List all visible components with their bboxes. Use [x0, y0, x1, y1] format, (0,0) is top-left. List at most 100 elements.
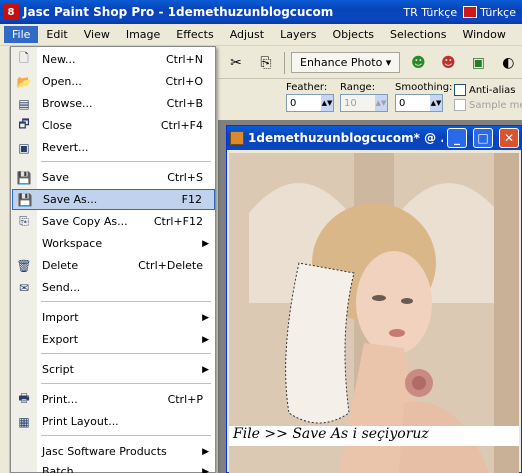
menu-divider	[41, 301, 211, 302]
menu-item-print[interactable]: 🖶 Print... Ctrl+P	[12, 389, 215, 410]
portrait-image	[229, 153, 519, 473]
save-as-icon: 💾	[17, 192, 33, 207]
range-control: Range: 10 ▲▼	[340, 82, 388, 112]
image-window[interactable]: 1demethuzunblogcucom* @ ... _ □ ✕ File >…	[226, 125, 522, 473]
feather-input[interactable]: 0 ▲▼	[286, 94, 334, 112]
standard-toolbar: ✂ ⎘ Enhance Photo ▾ ☻ ☻ ▣ ◐	[218, 47, 522, 79]
menu-item-label: Jasc Software Products	[42, 445, 167, 458]
menu-item-label: Print Layout...	[42, 415, 119, 428]
menu-item-shortcut: Ctrl+P	[167, 393, 203, 406]
submenu-arrow-icon: ▶	[202, 312, 209, 323]
menu-item-shortcut: Ctrl+N	[165, 53, 203, 66]
menu-item-send[interactable]: ✉ Send...	[12, 277, 215, 298]
sample-merged-checkbox[interactable]: Sample merg	[454, 99, 522, 111]
menu-item-label: Script	[42, 363, 74, 376]
smoothing-input[interactable]: 0 ▲▼	[395, 94, 443, 112]
keyboard-layout-indicator[interactable]: Türkçe	[463, 6, 516, 19]
menu-item-close[interactable]: 🗗 Close Ctrl+F4	[12, 115, 215, 136]
minimize-icon[interactable]: _	[447, 128, 467, 148]
menu-item-save-copy-as[interactable]: ⎘ Save Copy As... Ctrl+F12	[12, 211, 215, 232]
menu-item-save[interactable]: 💾 Save Ctrl+S	[12, 167, 215, 188]
menu-item-label: Revert...	[42, 141, 89, 154]
antialias-checkbox[interactable]: Anti-alias	[454, 84, 522, 96]
keyboard-layout-name: Türkçe	[480, 5, 516, 19]
feather-value: 0	[290, 97, 297, 109]
checkbox-icon	[454, 84, 466, 96]
jasc-icon	[12, 441, 36, 462]
menu-item-label: Send...	[42, 281, 81, 294]
spin-arrows-icon[interactable]: ▲▼	[321, 95, 333, 111]
tools-palette[interactable]	[0, 47, 10, 473]
menu-help[interactable]: Help	[514, 26, 522, 43]
range-input[interactable]: 10 ▲▼	[340, 94, 388, 112]
smoothing-control: Smoothing: 0 ▲▼	[395, 82, 452, 112]
menu-item-label: Delete	[42, 259, 79, 272]
menu-item-revert[interactable]: ▣ Revert...	[12, 137, 215, 158]
menu-adjust[interactable]: Adjust	[222, 26, 272, 43]
maximize-icon[interactable]: □	[473, 128, 493, 148]
copy-icon[interactable]: ⎘	[254, 52, 278, 74]
script-icon	[12, 359, 36, 380]
color-icon[interactable]: ◐	[496, 52, 520, 74]
menu-edit[interactable]: Edit	[38, 26, 75, 43]
menu-item-shortcut: Ctrl+O	[165, 75, 203, 88]
range-label: Range:	[340, 82, 376, 93]
menu-item-export[interactable]: Export ▶	[12, 329, 215, 350]
menu-image[interactable]: Image	[118, 26, 168, 43]
photo-icon[interactable]: ▣	[466, 52, 490, 74]
smoothing-label: Smoothing:	[395, 82, 453, 93]
menu-item-import[interactable]: Import ▶	[12, 307, 215, 328]
red-eye-icon[interactable]: ☻	[436, 52, 460, 74]
menu-view[interactable]: View	[76, 26, 118, 43]
image-window-titlebar[interactable]: 1demethuzunblogcucom* @ ... _ □ ✕	[227, 126, 521, 150]
spin-arrows-icon[interactable]: ▲▼	[430, 95, 442, 111]
language-indicator[interactable]: TR Türkçe	[403, 6, 457, 19]
menu-selections[interactable]: Selections	[382, 26, 454, 43]
menu-item-save-as[interactable]: 💾 Save As... F12	[12, 189, 215, 210]
close-icon[interactable]: ✕	[499, 128, 519, 148]
send-mail-icon: ✉	[18, 280, 30, 295]
selection-checkboxes: Anti-alias Sample merg	[454, 84, 522, 111]
import-icon	[12, 307, 36, 328]
menu-layers[interactable]: Layers	[272, 26, 324, 43]
file-menu-dropdown: 🗋 New... Ctrl+N 📂 Open... Ctrl+O ▤ Brows…	[10, 46, 216, 473]
submenu-arrow-icon: ▶	[202, 364, 209, 375]
menu-item-open[interactable]: 📂 Open... Ctrl+O	[12, 71, 215, 92]
printer-icon: 🖶	[18, 391, 30, 405]
enhance-photo-button[interactable]: Enhance Photo ▾	[291, 52, 401, 73]
save-disk-icon: 💾	[16, 170, 32, 185]
menu-effects[interactable]: Effects	[168, 26, 221, 43]
antialias-label: Anti-alias	[469, 84, 516, 96]
browse-icon: ▤	[18, 96, 30, 111]
menu-item-new[interactable]: 🗋 New... Ctrl+N	[12, 49, 215, 70]
menu-file[interactable]: File	[4, 26, 39, 43]
menu-window[interactable]: Window	[454, 26, 513, 43]
revert-icon: ▣	[18, 140, 30, 155]
menu-item-batch[interactable]: Batch ▶	[12, 461, 215, 473]
menu-item-shortcut: Ctrl+Delete	[138, 259, 203, 272]
cut-icon[interactable]: ✂	[224, 52, 248, 74]
submenu-arrow-icon: ▶	[202, 238, 209, 249]
one-step-fix-icon[interactable]: ☻	[406, 52, 430, 74]
menu-item-browse[interactable]: ▤ Browse... Ctrl+B	[12, 93, 215, 114]
menu-item-label: Print...	[42, 393, 78, 406]
menu-item-jasc-products[interactable]: Jasc Software Products ▶	[12, 441, 215, 462]
menu-item-script[interactable]: Script ▶	[12, 359, 215, 380]
menu-item-shortcut: Ctrl+B	[166, 97, 203, 110]
app-title: Jasc Paint Shop Pro - 1demethuzunblogcuc…	[23, 5, 334, 19]
menu-item-label: Save As...	[43, 193, 98, 206]
menu-item-label: Save	[42, 171, 70, 184]
feather-label: Feather:	[286, 82, 328, 93]
menu-item-print-layout[interactable]: ▦ Print Layout...	[12, 411, 215, 432]
menu-item-workspace[interactable]: Workspace ▶	[12, 233, 215, 254]
menu-item-shortcut: Ctrl+F12	[153, 215, 203, 228]
menu-objects[interactable]: Objects	[324, 26, 382, 43]
toolbar-divider	[284, 51, 285, 74]
menu-divider	[41, 353, 211, 354]
spin-arrows-icon[interactable]: ▲▼	[375, 95, 387, 111]
submenu-arrow-icon: ▶	[202, 466, 209, 473]
menubar: File Edit View Image Effects Adjust Laye…	[0, 24, 522, 46]
image-canvas[interactable]	[229, 153, 519, 473]
submenu-arrow-icon: ▶	[202, 334, 209, 345]
menu-item-delete[interactable]: 🗑 Delete Ctrl+Delete	[12, 255, 215, 276]
